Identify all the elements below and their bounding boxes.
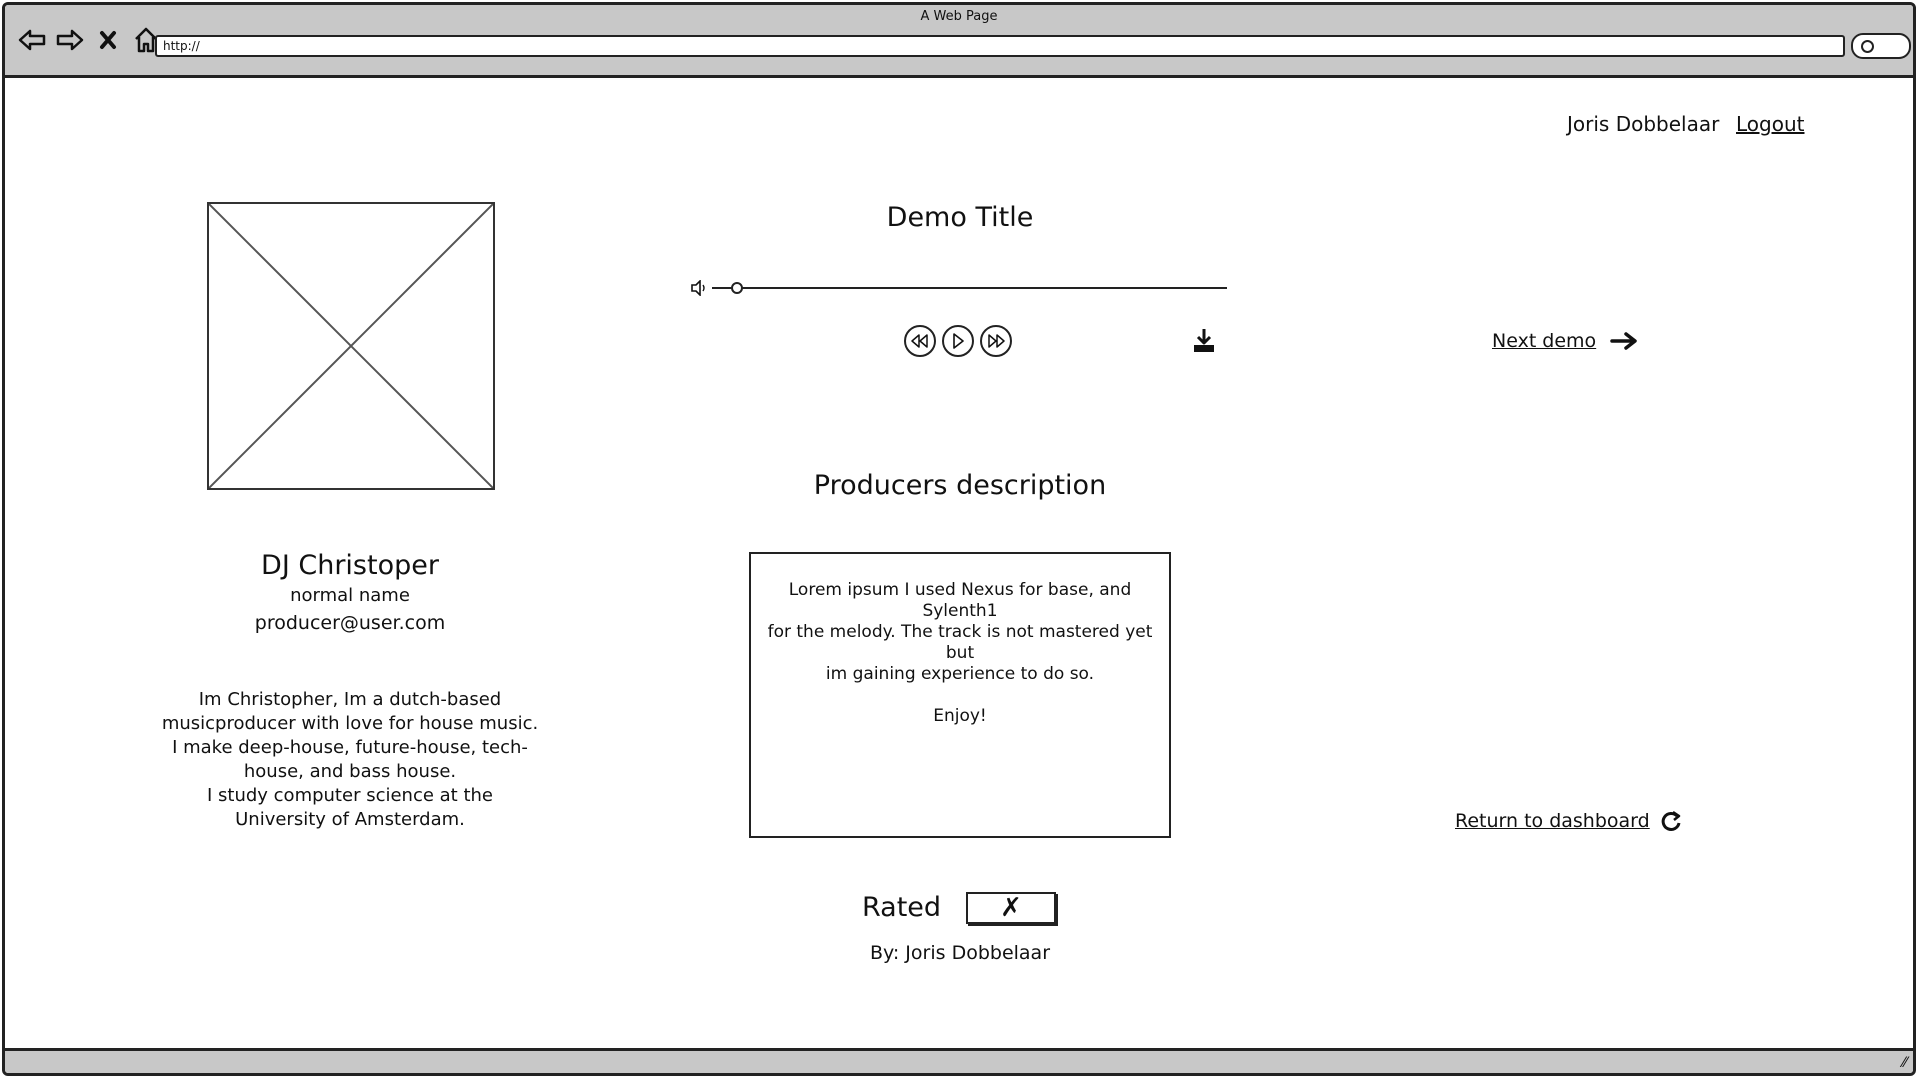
bio-line: house, and bass house.: [243, 761, 457, 782]
resize-grip-icon[interactable]: ⁄⁄: [1902, 1055, 1907, 1071]
stop-icon[interactable]: [93, 25, 123, 55]
producer-real-name: normal name: [290, 585, 410, 606]
player-controls: [904, 325, 1012, 357]
speaker-icon[interactable]: [690, 279, 708, 300]
download-icon[interactable]: [1192, 328, 1216, 358]
description-line: Lorem ipsum I used Nexus for base, and S…: [788, 580, 1132, 621]
forward-arrow-icon[interactable]: [55, 25, 85, 55]
browser-nav-buttons: [17, 25, 161, 55]
browser-toolbar: A Web Page http://: [5, 5, 1913, 78]
current-user-name: Joris Dobbelaar: [1567, 112, 1720, 136]
playback-slider[interactable]: [712, 287, 1227, 289]
producer-avatar-placeholder: [207, 202, 495, 490]
return-to-dashboard-link[interactable]: Return to dashboard: [1455, 810, 1682, 832]
producer-bio: Im Christopher, Im a dutch-based musicpr…: [150, 688, 550, 832]
bio-line: University of Amsterdam.: [235, 809, 465, 830]
rated-by-text: By: Joris Dobbelaar: [869, 942, 1051, 964]
window-title: A Web Page: [920, 9, 998, 24]
description-closing: Enjoy!: [933, 706, 987, 726]
description-line: for the melody. The track is not mastere…: [767, 622, 1153, 663]
browser-search-field[interactable]: [1851, 33, 1911, 59]
bio-line: Im Christopher, Im a dutch-based: [198, 689, 502, 710]
demo-title: Demo Title: [886, 202, 1034, 233]
fast-forward-icon[interactable]: [980, 325, 1012, 357]
bio-line: I study computer science at the: [206, 785, 493, 806]
description-box: Lorem ipsum I used Nexus for base, and S…: [749, 552, 1171, 838]
address-bar[interactable]: http://: [155, 35, 1845, 57]
browser-window: A Web Page http:// ⁄⁄: [2, 2, 1916, 1076]
bio-line: I make deep-house, future-house, tech-: [172, 737, 528, 758]
description-heading: Producers description: [813, 470, 1107, 501]
bio-line: musicproducer with love for house music.: [161, 713, 539, 734]
rewind-icon[interactable]: [904, 325, 936, 357]
search-icon: [1861, 40, 1874, 53]
rating-toggle-button[interactable]: ✗: [966, 892, 1056, 924]
playback-slider-handle[interactable]: [731, 282, 743, 294]
play-icon[interactable]: [942, 325, 974, 357]
arrow-right-icon: [1610, 332, 1637, 350]
next-demo-label: Next demo: [1492, 330, 1597, 352]
browser-status-bar: ⁄⁄: [5, 1048, 1913, 1073]
next-demo-link[interactable]: Next demo: [1492, 330, 1640, 352]
rated-label: Rated: [862, 892, 942, 923]
return-to-dashboard-label: Return to dashboard: [1455, 810, 1650, 832]
logout-link[interactable]: Logout: [1736, 112, 1804, 136]
back-arrow-icon[interactable]: [17, 25, 47, 55]
refresh-icon: [1661, 810, 1681, 831]
description-line: im gaining experience to do so.: [825, 664, 1095, 684]
producer-email: producer@user.com: [254, 612, 446, 634]
producer-dj-name: DJ Christoper: [261, 550, 439, 581]
